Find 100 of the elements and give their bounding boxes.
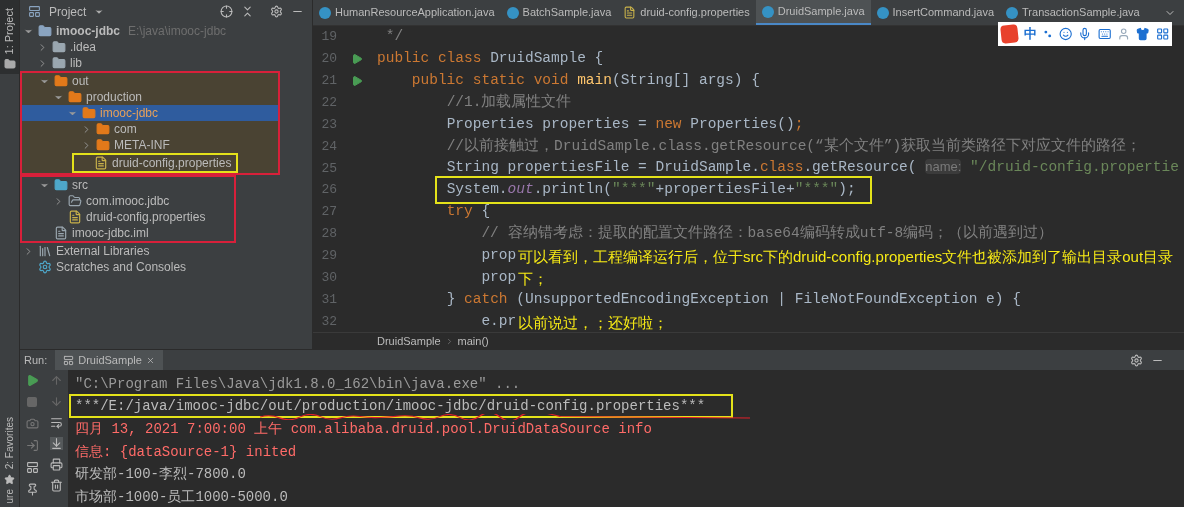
line-number: 20 xyxy=(320,50,337,69)
tree-item[interactable]: com.imooc.jdbc xyxy=(22,193,234,209)
settings-icon[interactable] xyxy=(1130,353,1143,367)
code-line: //以前接触过，DruidSample.class.getResource(“某个文件”)获取当前类路径下对应文件的路径； xyxy=(446,136,1142,156)
scroll-to-end-icon[interactable] xyxy=(49,437,63,451)
console-line: ***/E:/java/imooc-jdbc/out/production/imooc-jdbc/druid-config.properties*** xyxy=(75,398,706,415)
keyboard-icon[interactable] xyxy=(1097,27,1111,41)
input-mode[interactable]: 中 xyxy=(1024,24,1038,44)
line-number: 26 xyxy=(320,181,337,200)
code-line: System.out.println("***"+propertiesFile+"***"); xyxy=(446,180,856,200)
emoji-icon[interactable] xyxy=(1058,27,1073,41)
line-number: 19 xyxy=(320,28,337,47)
module-name: imooc-jdbc xyxy=(56,23,120,40)
settings-icon[interactable] xyxy=(270,5,283,18)
tree-item[interactable]: .idea xyxy=(20,39,312,55)
line-number: 31 xyxy=(320,290,337,309)
editor-tab[interactable]: druid-config.properties xyxy=(617,0,756,25)
package-icon xyxy=(68,194,82,208)
code-line: try { xyxy=(446,202,491,222)
logo-icon xyxy=(1000,24,1020,44)
close-icon[interactable] xyxy=(145,355,155,365)
breadcrumb-item[interactable]: main() xyxy=(457,333,489,350)
java-class-icon xyxy=(319,6,331,19)
tree-item[interactable]: imooc-jdbc xyxy=(22,105,278,121)
printer-icon[interactable] xyxy=(49,458,63,472)
line-number: 22 xyxy=(320,93,337,112)
code-line: //1.加载属性文件 xyxy=(446,92,572,112)
trash-icon[interactable] xyxy=(49,479,63,493)
panel-icon xyxy=(28,5,41,18)
run-icon[interactable] xyxy=(351,52,363,65)
editor-tab[interactable]: TransactionSample.java xyxy=(1000,0,1146,25)
folder-icon xyxy=(3,58,16,71)
microphone-icon[interactable] xyxy=(1078,27,1092,41)
java-class-icon xyxy=(876,6,889,19)
java-class-icon xyxy=(506,6,519,19)
scratches-icon xyxy=(38,260,52,274)
shirt-icon[interactable] xyxy=(1136,27,1150,41)
pin-icon[interactable] xyxy=(25,483,39,497)
layout-icon[interactable] xyxy=(25,461,39,475)
line-number: 30 xyxy=(320,269,337,287)
code-line: String propertiesFile = DruidSample.class.getResource( name: "/druid-config.propertie xyxy=(446,158,1179,178)
editor-tab[interactable]: HumanResourceApplication.java xyxy=(313,0,501,25)
line-number: 23 xyxy=(320,115,337,134)
folder-icon xyxy=(96,138,110,152)
line-number: 28 xyxy=(320,225,337,244)
source-folder-icon xyxy=(54,178,68,192)
tool-tab-label: 1: Project xyxy=(2,8,17,55)
editor-tab[interactable]: BatchSample.java xyxy=(500,0,618,25)
console-line: 四月 13, 2021 7:00:00 上午 com.alibaba.druid.pool.DruidDataSource info xyxy=(75,420,652,437)
code-line: */ xyxy=(385,27,404,47)
grid-icon[interactable] xyxy=(1155,27,1169,41)
tree-item[interactable]: src xyxy=(22,177,234,193)
annotation-text: 可以看到，工程编译运行后，位于src下的druid-config.properties文件也被添加到了输出目录out目录下； xyxy=(518,247,1175,289)
run-icon[interactable] xyxy=(351,74,363,87)
editor-tab[interactable]: InsertCommand.java xyxy=(870,0,1001,25)
user-icon[interactable] xyxy=(1116,27,1131,41)
code-line: e.pr xyxy=(481,311,517,331)
run-tab[interactable]: DruidSample xyxy=(55,350,163,371)
tree-item[interactable]: META-INF xyxy=(22,137,278,153)
tree-item[interactable]: lib xyxy=(20,55,312,71)
punctuation-icon[interactable] xyxy=(1043,29,1053,39)
tree-item[interactable]: out xyxy=(22,73,278,89)
panel-title[interactable]: Project xyxy=(49,2,87,21)
login-icon[interactable] xyxy=(25,439,39,453)
code-line: } catch (UnsupportedEncodingException | FileNotFoundException e) { xyxy=(446,289,1021,309)
camera-icon[interactable] xyxy=(25,417,39,431)
folder-icon xyxy=(96,122,110,136)
console-line: 信息: {dataSource-1} inited xyxy=(75,443,297,460)
locate-icon[interactable] xyxy=(220,5,233,18)
run-icon[interactable] xyxy=(25,374,39,388)
line-number: 32 xyxy=(320,312,337,331)
project-tool-tab[interactable]: 1: Project xyxy=(0,0,19,75)
console-line: 市场部-1000-员工1000-5000.0 xyxy=(75,488,288,505)
star-icon xyxy=(4,473,15,485)
annotation-text: 以前说过，；还好啦； xyxy=(518,313,668,333)
collapse-all-icon[interactable] xyxy=(241,5,254,18)
tree-item[interactable]: imooc-jdbc.iml xyxy=(22,225,234,241)
console-line: "C:\Program Files\Java\jdk1.8.0_162\bin\java.exe" ... xyxy=(75,375,521,392)
line-number: 27 xyxy=(320,203,337,222)
tree-item[interactable]: External Libraries xyxy=(20,243,312,259)
editor-tab[interactable]: DruidSample.java xyxy=(755,0,871,25)
code-line: public static void main(String[] args) { xyxy=(411,70,760,90)
tool-tab-label[interactable]: 2: Favorites xyxy=(2,417,17,470)
tree-item[interactable]: production xyxy=(22,89,278,105)
code-line: Properties properties = new Properties(); xyxy=(446,114,804,134)
breadcrumb-item[interactable]: DruidSample xyxy=(377,333,441,350)
tree-item[interactable]: Scratches and Consoles xyxy=(20,259,312,275)
folder-icon xyxy=(82,106,96,120)
tree-item[interactable]: druid-config.properties xyxy=(22,209,234,225)
line-number: 29 xyxy=(320,247,337,266)
properties-file-icon xyxy=(94,156,108,170)
tree-item[interactable]: com xyxy=(22,121,278,137)
console-line: 研发部-100-李烈-7800.0 xyxy=(75,466,246,483)
java-class-icon xyxy=(761,5,774,18)
code-line: prop xyxy=(481,267,517,287)
line-number: 21 xyxy=(320,71,337,90)
folder-icon xyxy=(54,74,68,88)
line-number: 24 xyxy=(320,137,337,156)
wrap-icon[interactable] xyxy=(49,416,63,430)
tool-tab-label[interactable]: ure xyxy=(2,488,17,503)
